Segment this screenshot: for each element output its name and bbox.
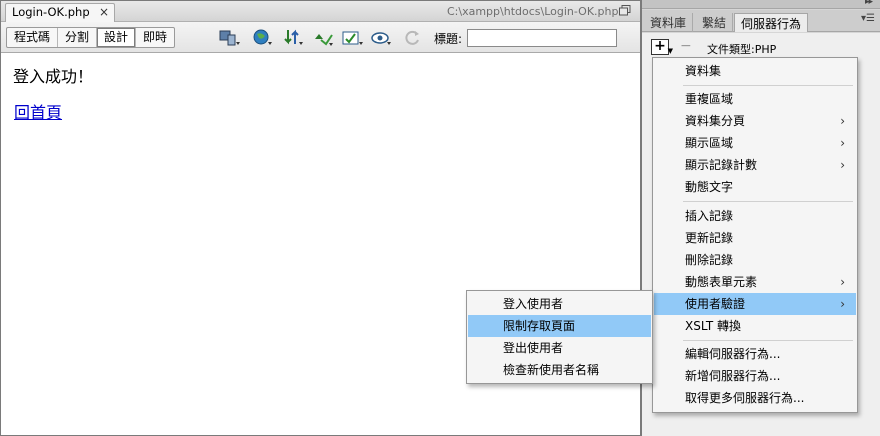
menu-item-label: 資料集 <box>685 64 722 78</box>
menu-item-label: 更新記錄 <box>685 231 734 245</box>
menu-item-label: 動態表單元素 <box>685 275 758 289</box>
menu-item-repeat-region[interactable]: 重複區域 <box>654 88 856 110</box>
submenu-arrow-icon: › <box>840 275 845 289</box>
menu-item-recordset[interactable]: 資料集 <box>654 60 856 82</box>
document-tab-bar: Login-OK.php × C:\xampp\htdocs\Login-OK.… <box>1 1 640 22</box>
document-toolbar: 程式碼 分割 設計 即時 標題: <box>1 22 640 53</box>
design-view-button[interactable]: 設計 <box>97 28 137 47</box>
document-type-label: 文件類型:PHP <box>707 43 777 56</box>
menu-item-label: XSLT 轉換 <box>685 319 742 333</box>
menu-item-label: 插入記錄 <box>685 209 734 223</box>
menu-item-label: 登入使用者 <box>503 297 564 311</box>
menu-item-user-authentication[interactable]: 使用者驗證 › <box>654 293 856 315</box>
file-management-icon[interactable] <box>283 28 305 48</box>
menu-item-label: 動態文字 <box>685 180 734 194</box>
menu-separator <box>683 340 853 341</box>
live-view-button[interactable]: 即時 <box>136 28 174 47</box>
remove-server-behavior-button[interactable]: − <box>680 38 692 54</box>
submenu-arrow-icon: › <box>840 297 845 311</box>
menu-item-label: 重複區域 <box>685 92 734 106</box>
menu-item-label: 取得更多伺服器行為... <box>685 391 805 405</box>
title-input[interactable] <box>467 29 617 47</box>
check-browser-compat-icon[interactable] <box>342 28 364 48</box>
w3c-validation-icon[interactable] <box>313 28 335 48</box>
menu-item-delete-record[interactable]: 刪除記錄 <box>654 249 856 271</box>
document-tab-label: Login-OK.php <box>12 5 90 19</box>
menu-separator <box>683 85 853 86</box>
panel-header-strip: ▸▸ <box>642 0 880 9</box>
panel-options-menu-icon[interactable]: ▾☰ <box>861 13 875 24</box>
restore-window-icon[interactable] <box>619 5 631 16</box>
login-success-text: 登入成功！ <box>13 67 94 86</box>
home-page-link[interactable]: 回首頁 <box>14 99 62 123</box>
submenu-item-check-new-username[interactable]: 檢查新使用者名稱 <box>468 359 651 381</box>
menu-item-update-record[interactable]: 更新記錄 <box>654 227 856 249</box>
multiscreen-icon[interactable] <box>219 28 241 48</box>
title-label: 標題: <box>434 32 463 46</box>
submenu-arrow-icon: › <box>840 136 845 150</box>
menu-separator <box>683 201 853 202</box>
panel-tab-bar: 資料庫 繫結 伺服器行為 ▾☰ <box>642 10 880 32</box>
submenu-arrow-icon: › <box>840 158 845 172</box>
file-path: C:\xampp\htdocs\Login-OK.php <box>447 5 619 18</box>
collapse-panel-icon[interactable]: ▸▸ <box>865 0 873 7</box>
menu-item-label: 限制存取頁面 <box>503 319 576 333</box>
menu-item-xslt-transformation[interactable]: XSLT 轉換 <box>654 315 856 337</box>
menu-item-label: 檢查新使用者名稱 <box>503 363 600 377</box>
menu-item-label: 新增伺服器行為... <box>685 369 781 383</box>
plus-icon: + <box>654 38 666 54</box>
menu-item-insert-record[interactable]: 插入記錄 <box>654 205 856 227</box>
refresh-icon[interactable] <box>403 28 425 48</box>
menu-item-show-region[interactable]: 顯示區域 › <box>654 132 856 154</box>
tab-databases[interactable]: 資料庫 <box>644 13 694 32</box>
view-mode-group: 程式碼 分割 設計 即時 <box>6 27 176 48</box>
add-server-behavior-button[interactable]: + ▼ <box>651 38 673 55</box>
menu-item-label: 使用者驗證 <box>685 297 746 311</box>
preview-browser-icon[interactable] <box>252 28 274 48</box>
close-icon[interactable]: × <box>99 5 109 19</box>
menu-item-dynamic-form-elements[interactable]: 動態表單元素 › <box>654 271 856 293</box>
menu-item-new-server-behavior[interactable]: 新增伺服器行為... <box>654 365 856 387</box>
submenu-item-log-in-user[interactable]: 登入使用者 <box>468 293 651 315</box>
menu-item-label: 顯示區域 <box>685 136 734 150</box>
server-behaviors-menu: 資料集 重複區域 資料集分頁 › 顯示區域 › 顯示記錄計數 › 動態文字 插入記錄 … <box>652 57 858 413</box>
tab-server-behaviors[interactable]: 伺服器行為 <box>734 13 809 32</box>
tab-bindings[interactable]: 繫結 <box>696 13 734 32</box>
menu-item-label: 顯示記錄計數 <box>685 158 758 172</box>
menu-item-label: 登出使用者 <box>503 341 564 355</box>
menu-item-label: 資料集分頁 <box>685 114 746 128</box>
menu-item-dynamic-text[interactable]: 動態文字 <box>654 176 856 198</box>
menu-item-get-more-server-behaviors[interactable]: 取得更多伺服器行為... <box>654 387 856 409</box>
split-view-button[interactable]: 分割 <box>58 28 98 47</box>
menu-item-recordset-paging[interactable]: 資料集分頁 › <box>654 110 856 132</box>
menu-item-edit-server-behaviors[interactable]: 編輯伺服器行為... <box>654 343 856 365</box>
submenu-arrow-icon: › <box>840 114 845 128</box>
menu-item-label: 刪除記錄 <box>685 253 734 267</box>
user-authentication-submenu: 登入使用者 限制存取頁面 登出使用者 檢查新使用者名稱 <box>466 290 653 384</box>
submenu-item-log-out-user[interactable]: 登出使用者 <box>468 337 651 359</box>
visual-aids-icon[interactable] <box>371 28 393 48</box>
menu-item-label: 編輯伺服器行為... <box>685 347 781 361</box>
document-tab[interactable]: Login-OK.php × <box>5 3 115 22</box>
menu-item-display-record-count[interactable]: 顯示記錄計數 › <box>654 154 856 176</box>
code-view-button[interactable]: 程式碼 <box>7 28 59 47</box>
submenu-item-restrict-access[interactable]: 限制存取頁面 <box>468 315 651 337</box>
